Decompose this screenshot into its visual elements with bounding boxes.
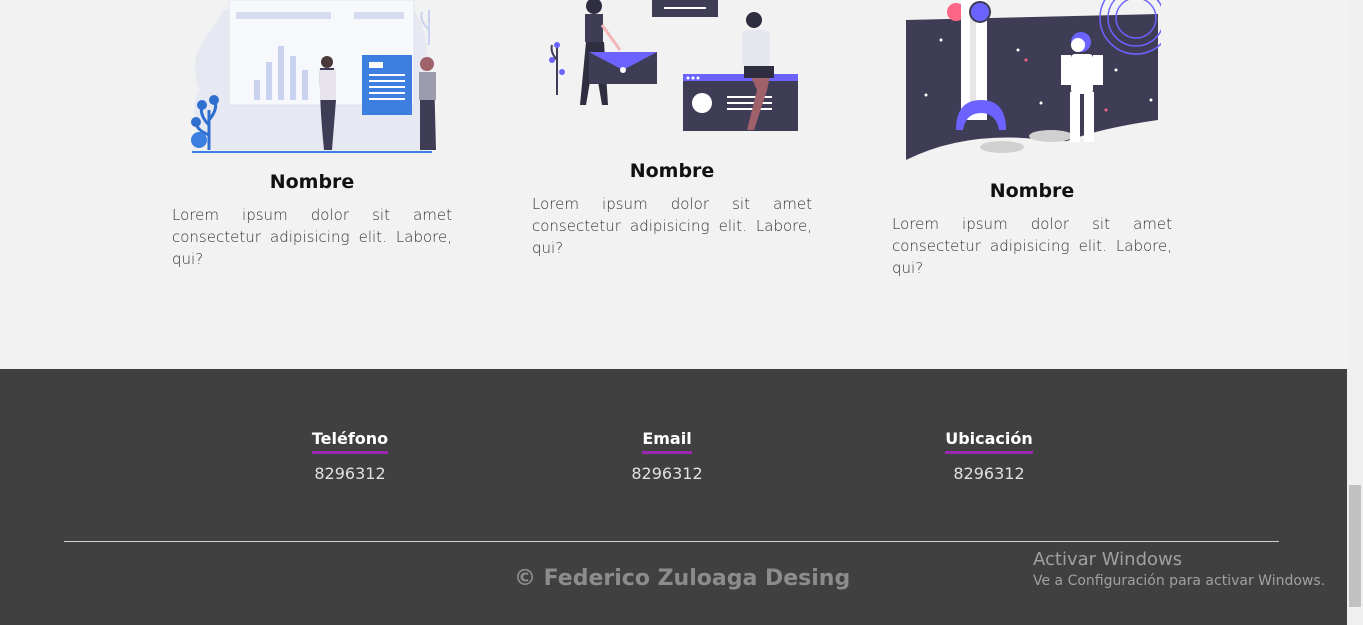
footer: Teléfono 8296312 Email 8296312 Ubicación…	[0, 369, 1347, 625]
team-section: Nombre Lorem ipsum dolor sit amet consec…	[0, 0, 1347, 369]
contact-phone: Teléfono 8296312	[300, 429, 400, 483]
card-title: Nombre	[629, 160, 715, 182]
copyright-text: © Federico Zuloaga Desing	[514, 566, 851, 591]
contact-location: Ubicación 8296312	[929, 429, 1049, 483]
card-title: Nombre	[989, 180, 1075, 202]
contact-title: Email	[642, 429, 692, 454]
card-description: Lorem ipsum dolor sit amet consectetur a…	[172, 206, 452, 268]
scrollbar-thumb[interactable]	[1349, 485, 1361, 607]
card-description: Lorem ipsum dolor sit amet consectetur a…	[892, 215, 1172, 277]
contact-value: 8296312	[631, 464, 703, 483]
windows-activation-title: Activar Windows	[1033, 549, 1183, 570]
contact-title: Teléfono	[311, 429, 389, 454]
page: Nombre Lorem ipsum dolor sit amet consec…	[0, 0, 1347, 625]
windows-activation-subtitle: Ve a Configuración para activar Windows.	[1033, 573, 1326, 589]
astronaut-rocket-illustration	[906, 0, 1161, 165]
footer-divider	[64, 541, 1279, 542]
messages-envelope-illustration	[549, 0, 798, 131]
contact-title: Ubicación	[945, 429, 1033, 454]
presentation-charts-illustration	[191, 0, 436, 153]
card-title: Nombre	[269, 171, 355, 193]
contact-value: 8296312	[314, 464, 386, 483]
card-description: Lorem ipsum dolor sit amet consectetur a…	[532, 195, 812, 257]
contact-email: Email 8296312	[617, 429, 717, 483]
contact-value: 8296312	[953, 464, 1025, 483]
